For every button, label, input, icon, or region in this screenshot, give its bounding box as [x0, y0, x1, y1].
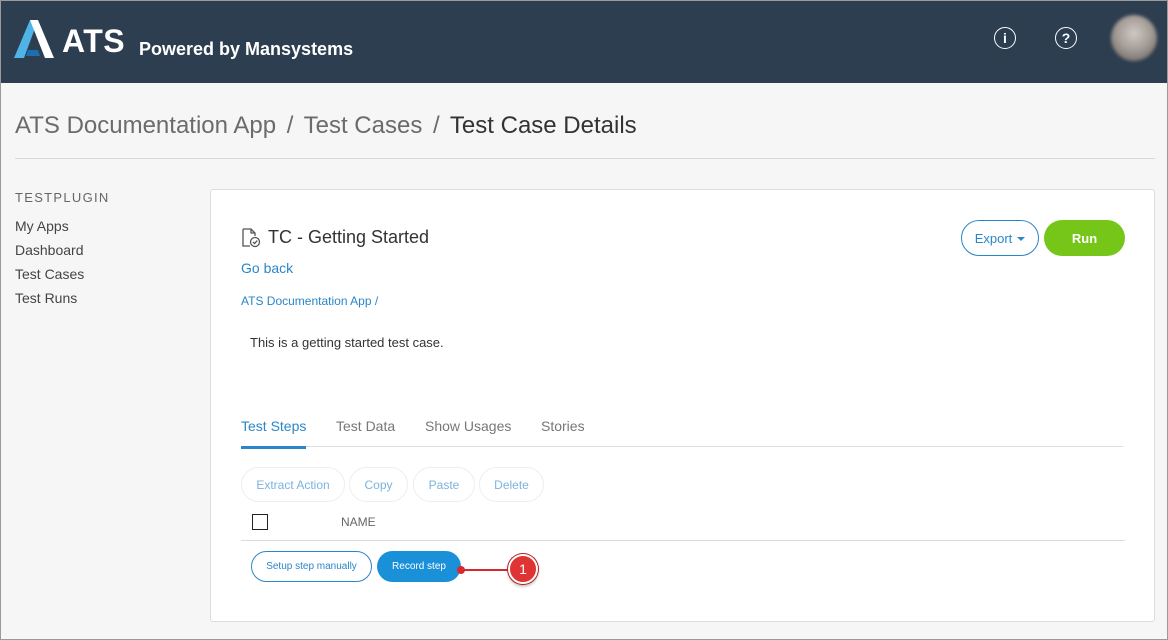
- breadcrumb-test-cases[interactable]: Test Cases: [304, 112, 423, 139]
- test-case-card: TC - Getting Started Go back ATS Documen…: [210, 189, 1155, 622]
- tab-test-steps[interactable]: Test Steps: [241, 418, 306, 434]
- active-tab-indicator: [241, 446, 306, 449]
- breadcrumb-current: Test Case Details: [449, 112, 637, 139]
- paste-button[interactable]: Paste: [413, 467, 475, 502]
- info-icon[interactable]: i: [994, 27, 1016, 49]
- callout-number-badge: 1: [508, 554, 538, 584]
- tab-test-data[interactable]: Test Data: [336, 418, 395, 434]
- sidebar-item-dashboard[interactable]: Dashboard: [15, 242, 84, 258]
- breadcrumb: ATS Documentation App / Test Cases / Tes…: [15, 112, 637, 140]
- column-header-name: NAME: [341, 515, 376, 529]
- breadcrumb-separator: /: [286, 112, 294, 139]
- tab-show-usages[interactable]: Show Usages: [425, 418, 511, 434]
- ats-logo-icon: [14, 20, 54, 58]
- sidebar-item-test-runs[interactable]: Test Runs: [15, 290, 77, 306]
- test-case-title: TC - Getting Started: [268, 227, 430, 247]
- record-step-button[interactable]: Record step: [377, 551, 461, 582]
- chevron-down-icon: [1017, 237, 1026, 241]
- setup-step-manually-button[interactable]: Setup step manually: [251, 551, 372, 582]
- go-back-link[interactable]: Go back: [241, 260, 293, 276]
- select-all-checkbox[interactable]: [252, 514, 268, 530]
- info-icon-glyph: i: [1003, 30, 1007, 46]
- run-button[interactable]: Run: [1044, 220, 1125, 256]
- brand-name: ATS: [62, 23, 126, 59]
- tab-stories[interactable]: Stories: [541, 418, 585, 434]
- tab-divider: [241, 446, 1123, 447]
- help-icon[interactable]: ?: [1055, 27, 1077, 49]
- user-avatar[interactable]: [1111, 15, 1157, 61]
- top-navigation-bar: ATS Powered by Mansystems i ?: [1, 1, 1167, 83]
- extract-action-button[interactable]: Extract Action: [241, 467, 345, 502]
- breadcrumb-separator: /: [433, 112, 440, 139]
- delete-button[interactable]: Delete: [479, 467, 544, 502]
- sidebar-item-test-cases[interactable]: Test Cases: [15, 266, 84, 282]
- sidebar-title: TESTPLUGIN: [15, 190, 110, 205]
- table-divider: [241, 540, 1125, 541]
- brand-tagline: Powered by Mansystems: [139, 39, 354, 59]
- sidebar-item-my-apps[interactable]: My Apps: [15, 218, 69, 234]
- export-button-label: Export: [974, 230, 1013, 246]
- app-breadcrumb-link[interactable]: ATS Documentation App /: [241, 294, 378, 308]
- test-case-document-icon: [242, 228, 261, 248]
- export-button[interactable]: Export: [961, 220, 1039, 256]
- callout-pointer-line: [463, 569, 511, 571]
- breadcrumb-app[interactable]: ATS Documentation App: [15, 112, 276, 139]
- callout-pointer-dot: [457, 566, 465, 574]
- help-icon-glyph: ?: [1061, 30, 1071, 46]
- test-case-description: This is a getting started test case.: [250, 335, 444, 350]
- copy-button[interactable]: Copy: [349, 467, 408, 502]
- breadcrumb-divider: [15, 158, 1155, 159]
